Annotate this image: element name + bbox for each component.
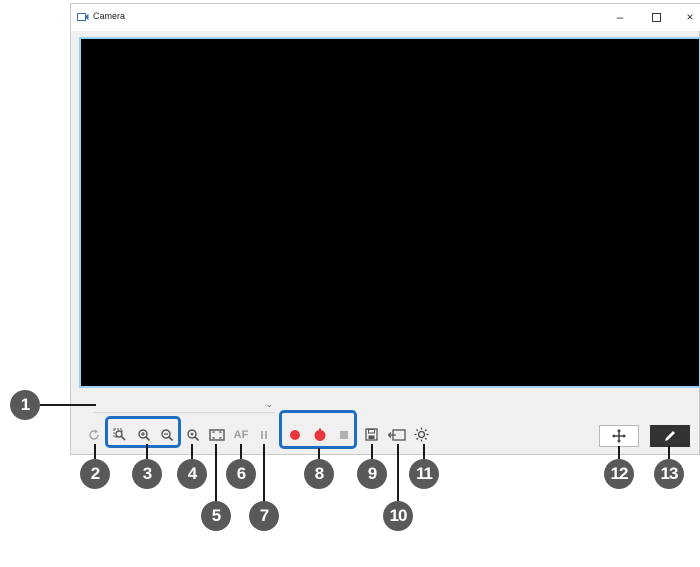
camera-source-select[interactable]: ⌄: [94, 397, 275, 413]
move-icon: [612, 429, 626, 443]
stop-icon: [339, 430, 348, 439]
record-button[interactable]: [286, 426, 303, 443]
pause-button[interactable]: [255, 426, 272, 443]
callout-badge-8: 8: [304, 459, 334, 489]
zoom-reset-icon: [186, 428, 199, 441]
move-mode-button[interactable]: [599, 425, 639, 447]
callout-badge-9: 9: [357, 459, 387, 489]
stop-button[interactable]: [335, 426, 352, 443]
zoom-in-icon: [137, 428, 150, 441]
callout-badge-11: 11: [409, 459, 439, 489]
chevron-down-icon: ⌄: [265, 399, 273, 409]
callout-badge-2: 2: [80, 459, 110, 489]
window-title: Camera: [93, 11, 126, 21]
pen-icon: [665, 431, 675, 441]
callout-line-13: [668, 446, 670, 459]
callout-badge-4: 4: [177, 459, 207, 489]
callout-line-8: [318, 448, 320, 459]
zoom-out-button[interactable]: [158, 426, 175, 443]
callout-line-1: [40, 404, 96, 406]
callout-line-5: [215, 444, 217, 501]
brightness-icon: [414, 427, 429, 442]
image-import-button[interactable]: [387, 426, 407, 443]
callout-line-3: [146, 444, 148, 459]
callout-line-7: [263, 444, 265, 502]
camera-app-icon: [77, 13, 89, 21]
callout-badge-13: 13: [654, 459, 684, 489]
callout-badge-10: 10: [383, 501, 413, 531]
callout-badge-7: 7: [249, 501, 279, 531]
fit-screen-icon: [208, 428, 225, 441]
callout-line-12: [618, 446, 620, 459]
screenshot-stage: Camera – × ⌄ AF 1 2 3 4 5 6 7 8 9 10 11 …: [0, 0, 700, 567]
rotate-icon: [88, 429, 99, 440]
autofocus-icon: AF: [233, 428, 249, 441]
brightness-button[interactable]: [413, 426, 430, 443]
maximize-icon: [651, 13, 661, 23]
record-pause-icon: [314, 428, 325, 441]
minimize-button[interactable]: –: [609, 8, 631, 26]
autofocus-button[interactable]: AF: [231, 426, 251, 443]
close-button[interactable]: ×: [679, 8, 700, 26]
pen-mode-button[interactable]: [650, 425, 690, 447]
zoom-reset-button[interactable]: [184, 426, 201, 443]
maximize-button[interactable]: [645, 8, 667, 26]
callout-badge-5: 5: [201, 501, 231, 531]
callout-line-2: [94, 444, 96, 459]
camera-preview-area[interactable]: [79, 37, 700, 388]
callout-badge-3: 3: [132, 459, 162, 489]
save-button[interactable]: [363, 426, 380, 443]
rotate-button[interactable]: [85, 426, 102, 443]
callout-badge-1: 1: [10, 390, 40, 420]
zoom-fit-icon: [113, 428, 126, 441]
save-icon: [365, 428, 378, 441]
callout-badge-12: 12: [604, 459, 634, 489]
minimize-icon: –: [616, 10, 624, 24]
pause-icon: [260, 430, 267, 439]
zoom-fit-button[interactable]: [111, 426, 128, 443]
callout-line-9: [371, 444, 373, 459]
zoom-out-icon: [160, 428, 173, 441]
camera-window: Camera – × ⌄ AF: [70, 3, 700, 455]
fit-screen-button[interactable]: [208, 426, 225, 443]
record-icon: [289, 429, 300, 440]
callout-line-10: [397, 444, 399, 501]
image-import-icon: [388, 428, 406, 441]
callout-line-6: [240, 444, 242, 459]
title-bar: Camera – ×: [71, 4, 700, 31]
callout-line-4: [191, 444, 193, 459]
zoom-in-button[interactable]: [135, 426, 152, 443]
close-icon: ×: [686, 10, 694, 24]
record-pause-button[interactable]: [311, 426, 328, 443]
callout-badge-6: 6: [226, 459, 256, 489]
callout-line-11: [423, 444, 425, 459]
